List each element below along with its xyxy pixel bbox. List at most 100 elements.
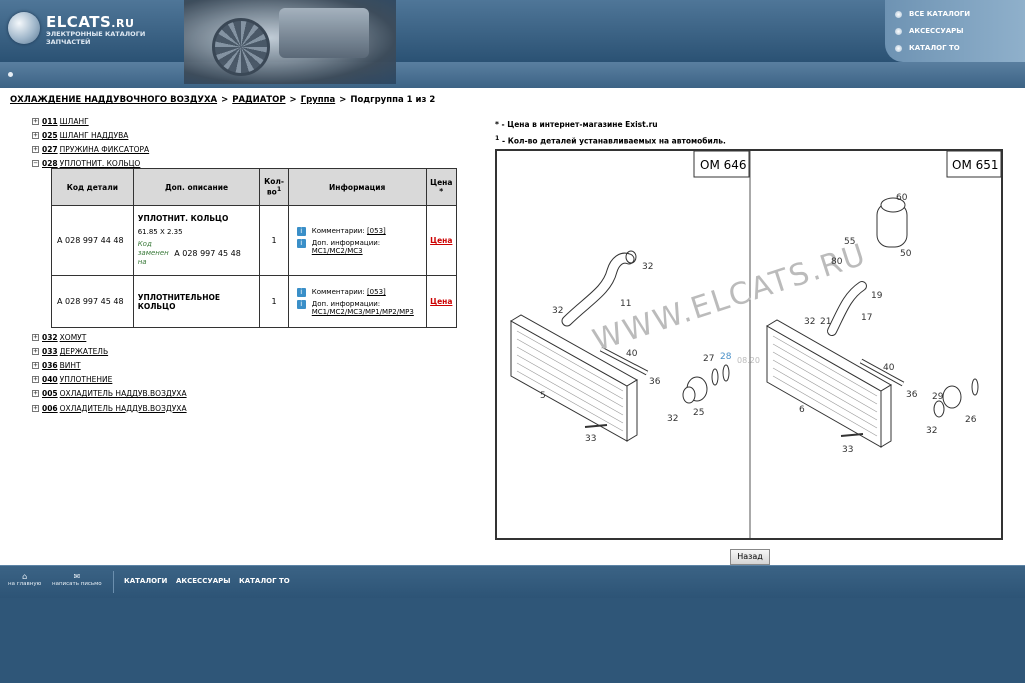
logo-globe-icon[interactable] [8,12,40,44]
table-row: A 028 997 44 48 УПЛОТНИТ. КОЛЬЦО 61.85 X… [51,205,458,276]
callout-label[interactable]: 21 [820,317,831,327]
legend-price-note: * - Цена в интернет-магазине Exist.ru [495,120,658,129]
callout-label[interactable]: 19 [871,291,883,301]
tree-item[interactable]: +025 ШЛАНГ НАДДУВА [32,128,149,142]
info-icon[interactable]: i [296,226,306,236]
header: ELCATS.RU ЭЛЕКТРОННЫЕ КАТАЛОГИ ЗАПЧАСТЕЙ… [0,0,1025,88]
expand-icon[interactable]: + [32,347,39,355]
part-desc: УПЛОТНИТЕЛЬНОЕ КОЛЬЦО [132,275,261,328]
callout-label-highlighted[interactable]: 28 [720,352,732,362]
callout-label[interactable]: 32 [552,306,563,316]
col-header-desc: Доп. описание [132,168,261,206]
part-desc: УПЛОТНИТ. КОЛЬЦО 61.85 X 2.35 Код замене… [132,205,261,276]
callout-label[interactable]: 5 [540,391,546,401]
tree-item[interactable]: +032 ХОМУТ [32,330,187,344]
callout-label[interactable]: 27 [703,354,714,364]
part-info: i Комментарии: [053] i Доп. информации: MC1… [287,205,427,276]
col-header-price: Цена * [425,168,458,206]
tree-item[interactable]: +011 ШЛАНГ [32,114,149,128]
tree-item[interactable]: +033 ДЕРЖАТЕЛЬ [32,344,187,358]
top-menu-accessories[interactable]: АКСЕССУАРЫ [895,27,964,35]
top-menu-service-catalog[interactable]: КАТАЛОГ ТО [895,44,960,52]
callout-label[interactable]: 40 [626,349,638,359]
tree-item[interactable]: +005 ОХЛАДИТЕЛЬ НАДДУВ.ВОЗДУХА [32,387,187,401]
breadcrumb-link-cooling[interactable]: ОХЛАЖДЕНИЕ НАДДУВОЧНОГО ВОЗДУХА [10,95,217,105]
col-header-qty: Кол-во1 [259,168,289,206]
footer-menu-catalogs[interactable]: КАТАЛОГИ [124,577,167,585]
callout-label[interactable]: 80 [831,257,843,267]
parts-tree-bottom: +032 ХОМУТ +033 ДЕРЖАТЕЛЬ +036 ВИНТ +040 УПЛ… [32,330,187,415]
bullet-icon [895,10,902,18]
tree-item[interactable]: +036 ВИНТ [32,358,187,372]
parts-table: Код детали Доп. описание Кол-во1 Информа… [51,168,458,328]
parts-tree: +011 ШЛАНГ +025 ШЛАНГ НАДДУВА +027 ПРУЖИНА … [32,114,149,171]
parts-diagram[interactable]: OM 646 OM 651 WWW.ELCATS.RU 08.20 32 11 … [495,149,1003,540]
tree-item[interactable]: +040 УПЛОТНЕНИЕ [32,373,187,387]
expand-icon[interactable]: + [32,361,39,369]
collapse-icon[interactable]: − [32,160,39,168]
price-link[interactable]: Цена [430,236,452,245]
footer: ⌂ на главную ✉ написать письмо КАТАЛОГИ АК… [0,565,1025,598]
callout-label[interactable]: 36 [906,390,918,400]
back-button[interactable]: Назад [730,549,770,565]
breadcrumb-link-group[interactable]: Группа [301,95,336,105]
footer-menu-accessories[interactable]: АКСЕССУАРЫ [176,577,231,585]
info-icon[interactable]: i [296,299,306,309]
expand-icon[interactable]: + [32,376,39,384]
callout-label[interactable]: 32 [804,317,815,327]
diagram-title-om651: OM 651 [952,158,999,172]
expand-icon[interactable]: + [32,333,39,341]
price-link[interactable]: Цена [430,297,452,306]
top-menu-all-catalogs[interactable]: ВСЕ КАТАЛОГИ [895,10,970,18]
callout-label[interactable]: 55 [844,237,855,247]
expand-icon[interactable]: + [32,404,39,412]
callout-label[interactable]: 32 [642,262,653,272]
engine-banner-image [184,0,396,84]
tree-item[interactable]: +027 ПРУЖИНА ФИКСАТОРА [32,142,149,156]
callout-label[interactable]: 33 [585,434,596,444]
footer-home[interactable]: ⌂ на главную [8,572,41,587]
info-icon[interactable]: i [296,287,306,297]
logo-subtitle: ЭЛЕКТРОННЫЕ КАТАЛОГИ ЗАПЧАСТЕЙ [46,30,146,46]
callout-label[interactable]: 6 [799,405,805,415]
comment-link[interactable]: [053] [367,227,386,235]
part-qty: 1 [259,275,289,328]
callout-label[interactable]: 36 [649,377,661,387]
footer-mail[interactable]: ✉ написать письмо [52,572,102,587]
callout-label[interactable]: 11 [620,299,631,309]
callout-label[interactable]: 32 [667,414,678,424]
extra-info-link[interactable]: MC1/MC2/MC3 [312,247,363,255]
comment-link[interactable]: [053] [367,288,386,296]
callout-label[interactable]: 26 [965,415,977,425]
expand-icon[interactable]: + [32,131,39,139]
header-band [0,62,1025,88]
callout-label[interactable]: 50 [900,249,912,259]
header-bullet-icon [8,72,13,77]
part-code: A 028 997 44 48 [51,205,134,276]
breadcrumb: ОХЛАЖДЕНИЕ НАДДУВОЧНОГО ВОЗДУХА > РАДИАТОР… [10,95,436,105]
breadcrumb-link-radiator[interactable]: РАДИАТОР [232,95,285,105]
extra-info-link[interactable]: MC1/MC2/MC3/MP1/MP2/MP3 [312,308,414,316]
footer-divider [113,571,114,593]
callout-label[interactable]: 60 [896,193,908,203]
bullet-icon [895,44,902,52]
callout-label[interactable]: 17 [861,313,872,323]
callout-label[interactable]: 33 [842,445,853,455]
footer-menu-service-catalog[interactable]: КАТАЛОГ ТО [239,577,290,585]
info-icon[interactable]: i [296,238,306,248]
engine-fan-image [212,18,270,76]
callout-label[interactable]: 25 [693,408,704,418]
expand-icon[interactable]: + [32,390,39,398]
part-info: i Комментарии: [053] i Доп. информации: MC1… [287,275,427,328]
expand-icon[interactable]: + [32,117,39,125]
expand-icon[interactable]: + [32,145,39,153]
callout-label[interactable]: 29 [932,392,944,402]
callout-label[interactable]: 40 [883,363,895,373]
date-stamp: 08.20 [737,356,760,365]
logo-title[interactable]: ELCATS.RU [46,13,134,31]
tree-item[interactable]: +006 ОХЛАДИТЕЛЬ НАДДУВ.ВОЗДУХА [32,401,187,415]
legend: * - Цена в интернет-магазине Exist.ru 1 … [495,118,726,149]
part-qty: 1 [259,205,289,276]
legend-qty-note: 1 - Кол-во деталей устанавливаемых на ав… [495,135,726,146]
callout-label[interactable]: 32 [926,426,937,436]
